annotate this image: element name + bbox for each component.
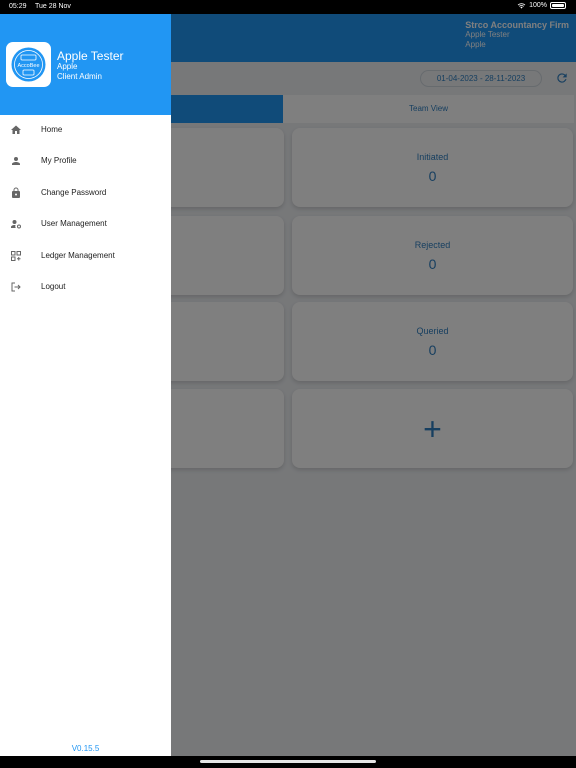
status-time: 05:29 xyxy=(9,3,27,10)
menu-item-home[interactable]: Home xyxy=(0,117,171,145)
status-date: Tue 28 Nov xyxy=(35,3,71,10)
drawer-user-name: Apple Tester xyxy=(57,49,124,63)
menu-item-label: My Profile xyxy=(41,156,77,165)
person-icon xyxy=(12,157,20,165)
menu-item-logout[interactable]: Logout xyxy=(0,274,171,302)
app-version: V0.15.5 xyxy=(71,744,100,753)
drawer-user-role: Client Admin xyxy=(57,72,102,81)
logo-text: AccoBee xyxy=(17,63,39,69)
drawer-header: AccoBee Apple Tester Apple Client Admin xyxy=(0,14,171,115)
menu-item-label: Logout xyxy=(41,282,66,291)
wifi-icon xyxy=(517,3,526,9)
menu-item-label: User Management xyxy=(41,219,107,228)
menu-item-my-profile[interactable]: My Profile xyxy=(0,148,171,176)
status-right: 100% xyxy=(517,2,566,9)
home-icon xyxy=(11,125,21,134)
accobee-logo-icon: AccoBee xyxy=(11,47,46,82)
menu-item-label: Ledger Management xyxy=(41,251,115,260)
menu-item-user-management[interactable]: User Management xyxy=(0,211,171,239)
app-logo: AccoBee xyxy=(6,42,51,87)
drawer-user-company: Apple xyxy=(57,62,78,71)
battery-percent: 100% xyxy=(529,2,547,9)
manage-accounts-icon xyxy=(11,220,21,229)
menu-item-change-password[interactable]: Change Password xyxy=(0,180,171,208)
status-bar: 05:29 Tue 28 Nov 100% xyxy=(0,0,576,14)
menu-item-ledger-management[interactable]: Ledger Management xyxy=(0,243,171,271)
navigation-drawer: AccoBee Apple Tester Apple Client Admin … xyxy=(0,14,171,756)
lock-icon xyxy=(12,187,20,198)
menu-item-label: Change Password xyxy=(41,188,107,197)
menu-item-label: Home xyxy=(41,125,63,134)
grid-add-icon xyxy=(11,251,21,261)
battery-icon xyxy=(550,2,566,9)
logout-icon xyxy=(11,282,21,292)
home-indicator[interactable] xyxy=(200,760,376,763)
